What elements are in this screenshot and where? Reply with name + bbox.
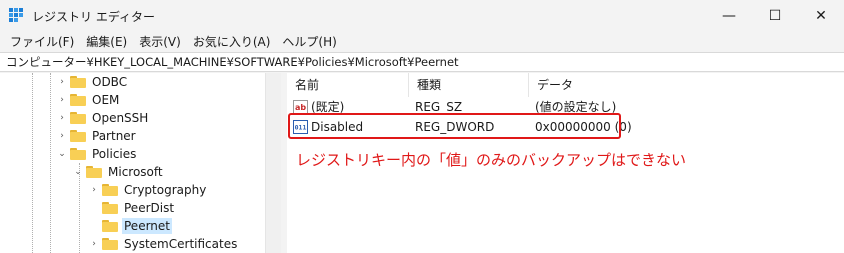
column-header-data[interactable]: データ (529, 73, 819, 97)
window-title: レジストリ エディター (32, 10, 155, 24)
address-bar[interactable]: コンピューター¥HKEY_LOCAL_MACHINE¥SOFTWARE¥Poli… (0, 52, 844, 72)
tree-scrollbar[interactable] (265, 73, 281, 253)
menu-help[interactable]: ヘルプ(H) (276, 33, 342, 51)
close-button[interactable]: ✕ (798, 0, 844, 32)
key-tree-pane[interactable]: › ODBC › OEM › OpenSSH › Partner ⌄ Polic… (0, 73, 281, 253)
tree-item-label: OpenSSH (92, 111, 149, 125)
tree-item-label: PeerDist (124, 201, 175, 215)
string-value-icon: ab (293, 100, 308, 114)
tree-item-label: SystemCertificates (124, 237, 238, 251)
folder-icon (102, 202, 118, 214)
folder-open-icon (70, 148, 86, 160)
tree-item-cryptography[interactable]: › Cryptography (88, 181, 208, 199)
tree-item-label: Policies (92, 147, 137, 161)
tree-item-microsoft[interactable]: ⌄ Microsoft (72, 163, 165, 181)
menu-edit[interactable]: 編集(E) (80, 33, 133, 51)
folder-icon (70, 76, 86, 88)
tree-guide-line (32, 73, 33, 253)
tree-item-peerdist[interactable]: PeerDist (88, 199, 176, 217)
menu-view[interactable]: 表示(V) (133, 33, 187, 51)
registry-editor-window: レジストリ エディター — ☐ ✕ ファイル(F) 編集(E) 表示(V) お気… (0, 0, 844, 253)
maximize-button[interactable]: ☐ (752, 0, 798, 32)
chevron-right-icon[interactable]: › (88, 238, 100, 250)
folder-icon (70, 130, 86, 142)
minimize-button[interactable]: — (706, 0, 752, 32)
menu-bar: ファイル(F) 編集(E) 表示(V) お気に入り(A) ヘルプ(H) (0, 32, 844, 52)
tree-item-partner[interactable]: › Partner (56, 127, 138, 145)
chevron-right-icon[interactable]: › (56, 76, 68, 88)
chevron-right-icon[interactable]: › (88, 184, 100, 196)
tree-item-label: Peernet (122, 218, 172, 234)
tree-item-peernet[interactable]: Peernet (88, 217, 172, 235)
folder-icon (102, 184, 118, 196)
title-bar[interactable]: レジストリ エディター — ☐ ✕ (0, 0, 844, 32)
menu-favorites[interactable]: お気に入り(A) (187, 33, 277, 51)
folder-icon (102, 238, 118, 250)
tree-item-label: Cryptography (124, 183, 207, 197)
highlight-box (288, 113, 621, 139)
values-list-pane[interactable]: 名前 種類 データ ab (既定) REG_SZ (値の設定なし) 011 Di… (287, 73, 844, 253)
tree-item-label: ODBC (92, 75, 128, 89)
tree-item-label: Microsoft (108, 165, 163, 179)
folder-open-icon (86, 166, 102, 178)
tree-item-systemcertificates[interactable]: › SystemCertificates (88, 235, 239, 253)
tree-item-oem[interactable]: › OEM (56, 91, 121, 109)
column-header-type[interactable]: 種類 (409, 73, 529, 97)
tree-expander-empty (88, 220, 100, 232)
menu-file[interactable]: ファイル(F) (4, 33, 80, 51)
tree-item-policies[interactable]: ⌄ Policies (56, 145, 138, 163)
tree-expander-empty (88, 202, 100, 214)
chevron-down-icon[interactable]: ⌄ (72, 166, 84, 178)
chevron-down-icon[interactable]: ⌄ (56, 148, 68, 160)
tree-guide-line (50, 73, 51, 253)
registry-editor-app-icon (9, 8, 23, 22)
folder-icon (70, 112, 86, 124)
tree-item-label: Partner (92, 129, 136, 143)
tree-item-openssh[interactable]: › OpenSSH (56, 109, 150, 127)
tree-item-odbc[interactable]: › ODBC (56, 73, 129, 91)
folder-icon (70, 94, 86, 106)
annotation-note: レジストリキー内の「値」のみのバックアップはできない (296, 151, 687, 169)
chevron-right-icon[interactable]: › (56, 112, 68, 124)
tree-item-label: OEM (92, 93, 120, 107)
string-value-icon-text: ab (295, 103, 306, 112)
column-header-name[interactable]: 名前 (287, 73, 409, 97)
chevron-right-icon[interactable]: › (56, 94, 68, 106)
folder-icon (102, 220, 118, 232)
chevron-right-icon[interactable]: › (56, 130, 68, 142)
